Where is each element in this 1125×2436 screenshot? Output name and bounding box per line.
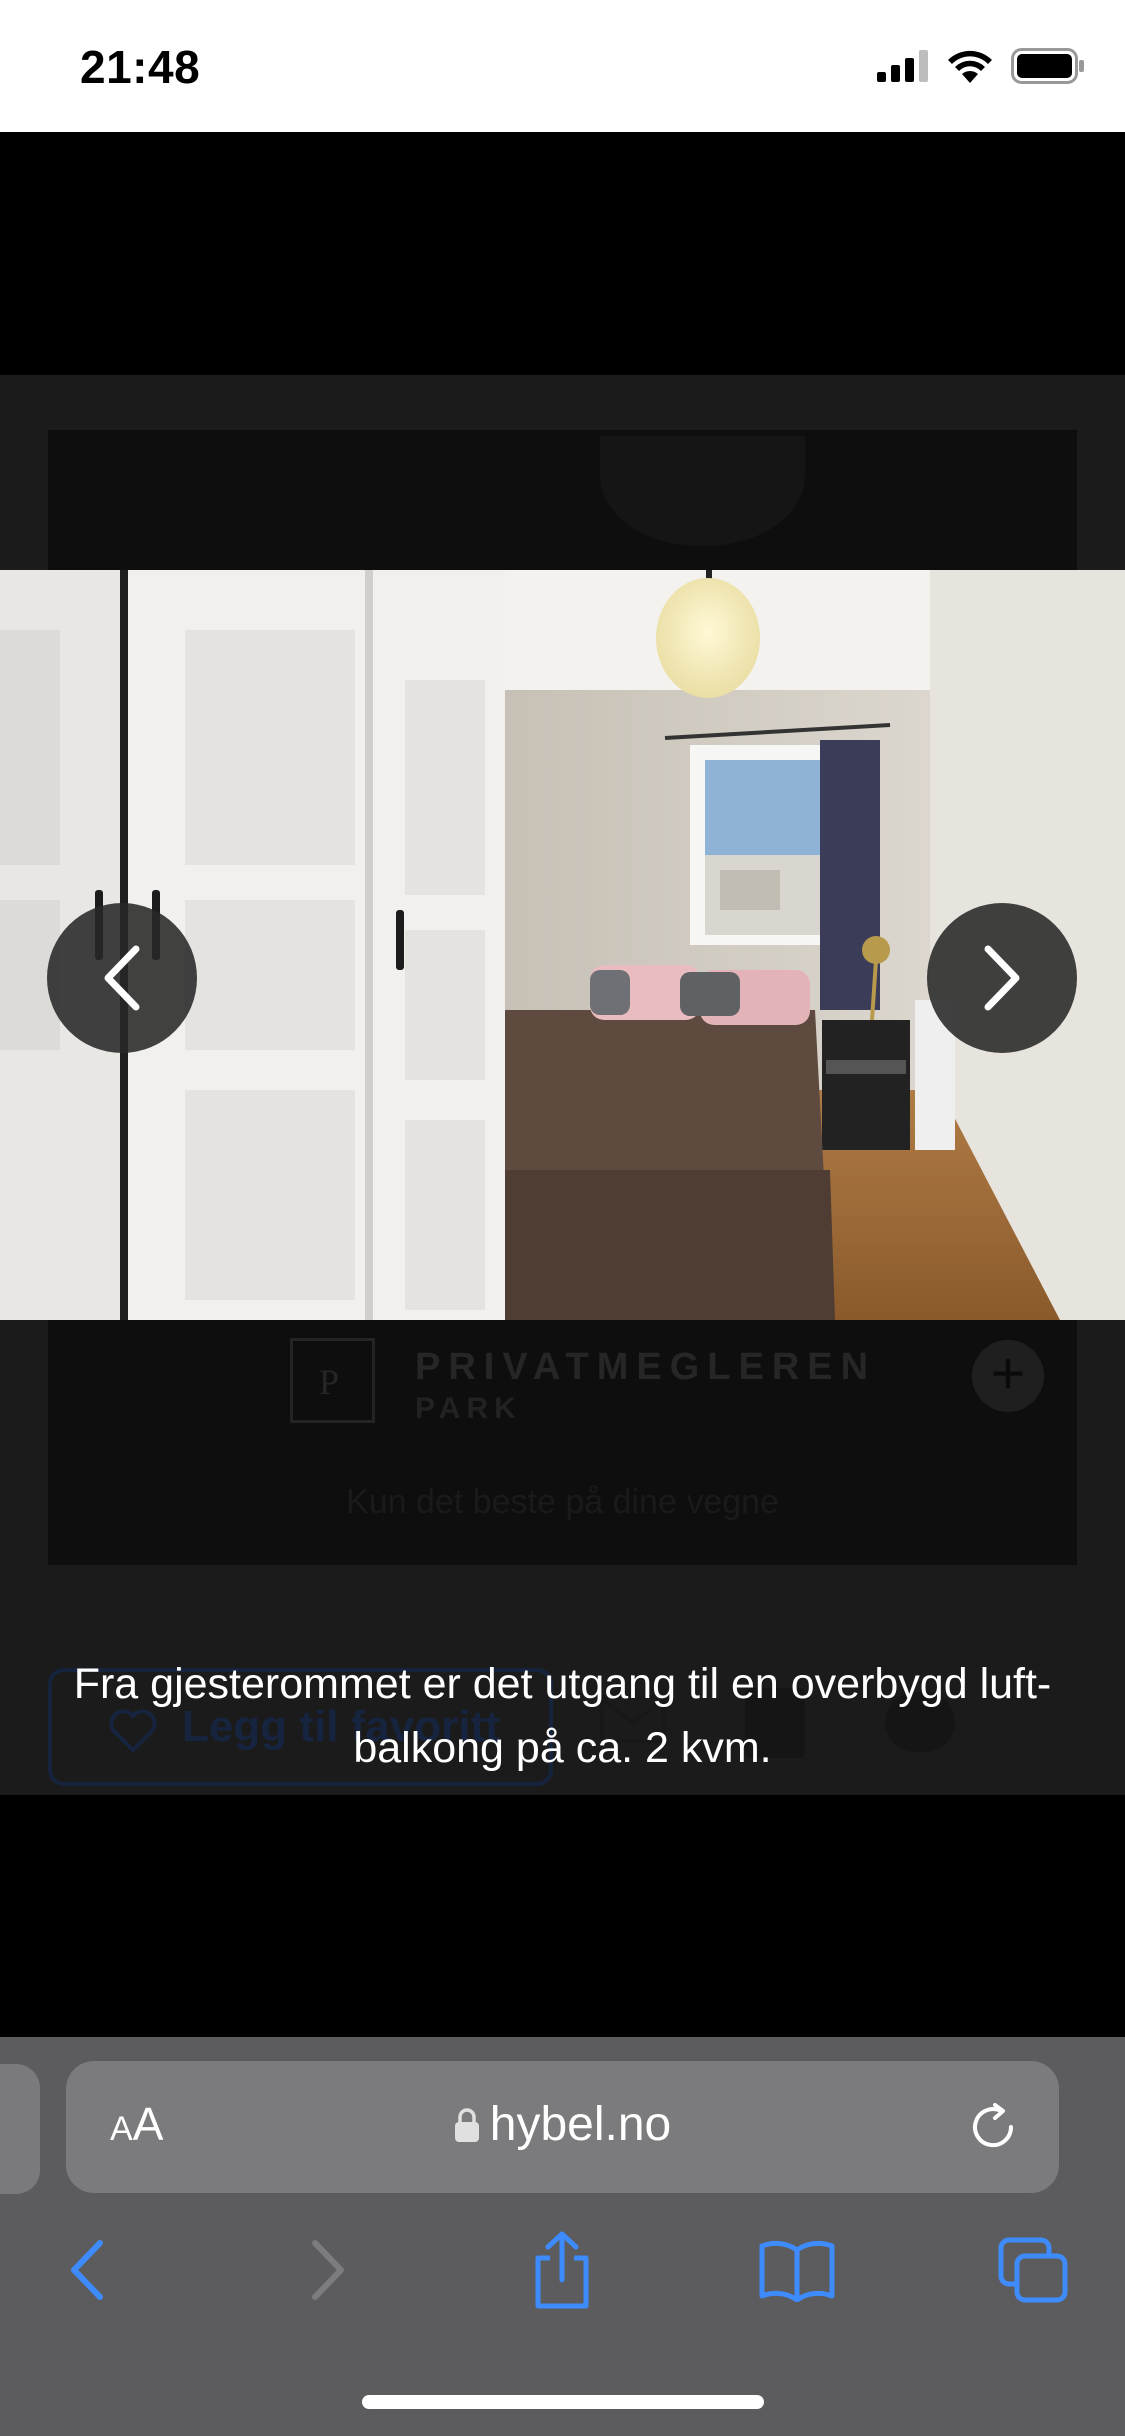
back-button[interactable]: [42, 2230, 132, 2310]
forward-button[interactable]: [283, 2230, 373, 2310]
wifi-icon: [948, 50, 992, 83]
plus-icon: +: [972, 1340, 1044, 1412]
tabs-button[interactable]: [988, 2230, 1078, 2310]
screen: 21:48 P PRIVATMEGLEREN PARK + Kun det be…: [0, 0, 1125, 2436]
bookmarks-icon: [759, 2240, 835, 2302]
share-button[interactable]: [517, 2230, 607, 2310]
status-bar: 21:48: [0, 0, 1125, 132]
cellular-signal-icon: [877, 50, 928, 82]
brand-name: PRIVATMEGLEREN: [415, 1346, 877, 1388]
address-bar[interactable]: AA hybel.no: [66, 2061, 1059, 2193]
tabs-icon: [998, 2237, 1068, 2303]
brand-logo-letter: P: [319, 1362, 340, 1402]
brand-logo: P: [290, 1338, 375, 1423]
previous-tab-peek[interactable]: [0, 2064, 40, 2194]
lock-icon: [454, 2107, 479, 2142]
forward-icon: [312, 2240, 344, 2300]
battery-icon: [1011, 48, 1084, 84]
url-display[interactable]: hybel.no: [66, 2097, 1059, 2152]
status-icons: [877, 48, 1085, 84]
photo-caption: Fra gjesterommet er det utgang til en ov…: [73, 1660, 1052, 1772]
url-text: hybel.no: [489, 2098, 672, 2151]
status-time: 21:48: [80, 41, 201, 93]
share-icon: [535, 2231, 589, 2309]
back-icon: [71, 2240, 103, 2300]
brand-tagline: Kun det beste på dine vegne: [346, 1483, 779, 1521]
previous-photo-button[interactable]: [47, 903, 197, 1053]
home-indicator[interactable]: [362, 2395, 764, 2409]
brand-sub: PARK: [415, 1392, 522, 1425]
bookmarks-button[interactable]: [752, 2230, 842, 2310]
reload-icon[interactable]: [967, 2101, 1019, 2153]
chevron-left-icon: [104, 945, 140, 1011]
next-photo-button[interactable]: [927, 903, 1077, 1053]
chevron-right-icon: [984, 945, 1020, 1011]
